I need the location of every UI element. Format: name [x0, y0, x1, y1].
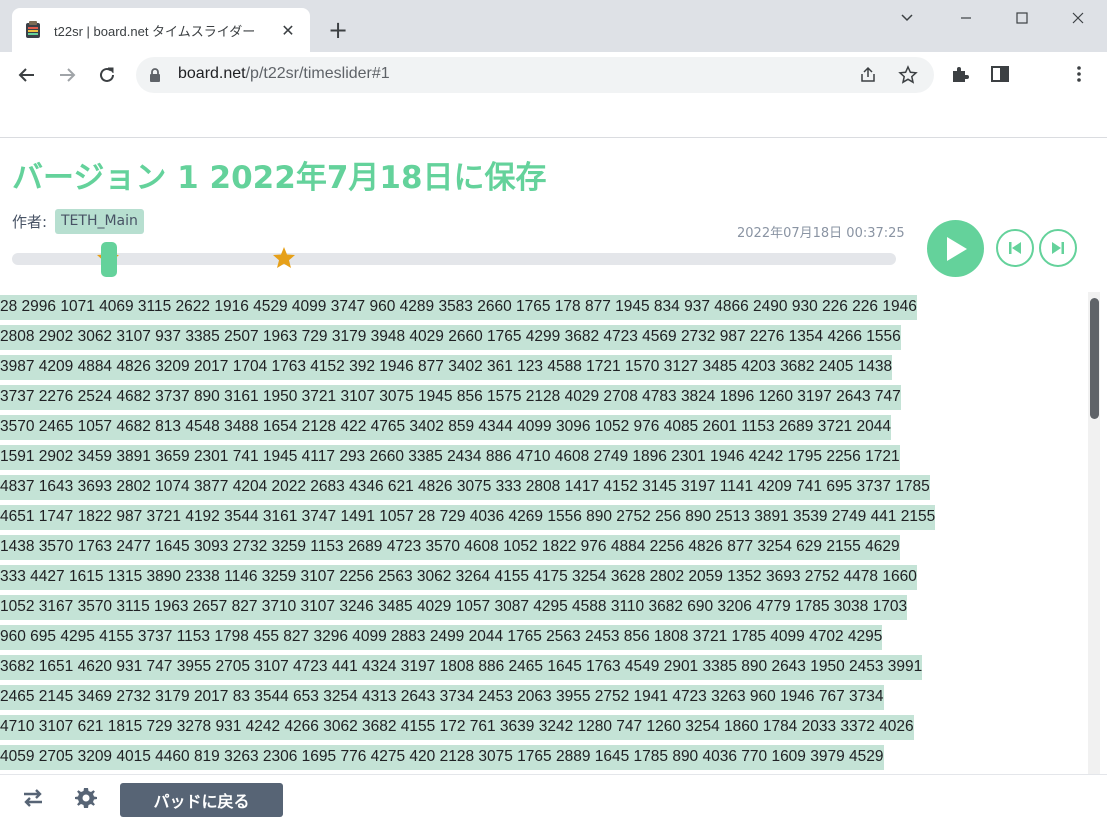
document-line: 3682 1651 4620 931 747 3955 2705 3107 47…: [0, 652, 1080, 682]
line-text: 1052 3167 3570 3115 1963 2657 827 3710 3…: [0, 595, 908, 620]
maximize-icon[interactable]: [994, 0, 1050, 36]
document-line: 2465 2145 3469 2732 3179 2017 83 3544 65…: [0, 682, 1080, 712]
url-text: board.net/p/t22sr/timeslider#1: [178, 65, 390, 83]
forward-arrow-icon[interactable]: [53, 61, 81, 89]
line-text: 2808 2902 3062 3107 937 3385 2507 1963 7…: [0, 325, 901, 350]
back-to-pad-button[interactable]: パッドに戻る: [120, 783, 283, 817]
extensions-puzzle-icon[interactable]: [949, 63, 971, 85]
side-panel-icon[interactable]: [989, 63, 1011, 85]
timeslider-handle[interactable]: [101, 242, 117, 277]
step-back-button[interactable]: [996, 229, 1034, 267]
document-line: 4710 3107 621 1815 729 3278 931 4242 426…: [0, 712, 1080, 742]
line-text: 4837 1643 3693 2802 1074 3877 4204 2022 …: [0, 475, 930, 500]
document-line: 960 695 4295 4155 3737 1153 1798 455 827…: [0, 622, 1080, 652]
browser-menu-icon[interactable]: [1068, 63, 1090, 85]
line-text: 960 695 4295 4155 3737 1153 1798 455 827…: [0, 625, 883, 650]
document-line: 4059 2705 3209 4015 4460 819 3263 2306 1…: [0, 742, 1080, 772]
saved-revision-star-icon[interactable]: [272, 246, 296, 270]
document-line: 1052 3167 3570 3115 1963 2657 827 3710 3…: [0, 592, 1080, 622]
author-chip: TETH_Main: [55, 209, 144, 234]
new-tab-icon[interactable]: +: [324, 16, 352, 44]
reload-icon[interactable]: [93, 61, 121, 89]
settings-gear-icon[interactable]: [74, 786, 98, 810]
line-text: 4651 1747 1822 987 3721 4192 3544 3161 3…: [0, 505, 936, 530]
step-forward-button[interactable]: [1039, 229, 1077, 267]
line-text: 3987 4209 4884 4826 3209 2017 1704 1763 …: [0, 355, 893, 380]
document-line: 1591 2902 3459 3891 3659 2301 741 1945 4…: [0, 442, 1080, 472]
play-button[interactable]: [927, 220, 984, 277]
line-text: 2465 2145 3469 2732 3179 2017 83 3544 65…: [0, 685, 884, 710]
scrollbar-thumb[interactable]: [1090, 298, 1099, 419]
timeslider-track[interactable]: [12, 253, 896, 265]
document-line: 4837 1643 3693 2802 1074 3877 4204 2022 …: [0, 472, 1080, 502]
document-line: 4651 1747 1822 987 3721 4192 3544 3161 3…: [0, 502, 1080, 532]
line-text: 333 4427 1615 1315 3890 2338 1146 3259 3…: [0, 565, 917, 590]
line-text: 3682 1651 4620 931 747 3955 2705 3107 47…: [0, 655, 923, 680]
tab-title: t22sr | board.net タイムスライダー: [54, 23, 256, 39]
page-top-divider: [0, 137, 1107, 138]
skip-forward-icon: [1052, 242, 1064, 254]
play-icon: [946, 236, 967, 261]
document-line: 3987 4209 4884 4826 3209 2017 1704 1763 …: [0, 352, 1080, 382]
bookmark-star-icon[interactable]: [898, 65, 918, 85]
close-window-icon[interactable]: [1050, 0, 1106, 36]
browser-tab[interactable]: t22sr | board.net タイムスライダー ✕: [12, 8, 310, 52]
line-text: 4059 2705 3209 4015 4460 819 3263 2306 1…: [0, 745, 884, 770]
address-bar[interactable]: board.net/p/t22sr/timeslider#1: [136, 57, 934, 93]
line-text: 3737 2276 2524 4682 3737 890 3161 1950 3…: [0, 385, 901, 410]
board-net-favicon-icon: [26, 21, 40, 38]
document-line: 3570 2465 1057 4682 813 4548 3488 1654 2…: [0, 412, 1080, 442]
line-text: 1591 2902 3459 3891 3659 2301 741 1945 4…: [0, 445, 900, 470]
back-arrow-icon[interactable]: [13, 61, 41, 89]
browser-tab-strip: t22sr | board.net タイムスライダー ✕ +: [0, 0, 1107, 52]
document-line: 2808 2902 3062 3107 937 3385 2507 1963 7…: [0, 322, 1080, 352]
document-content: 28 2996 1071 4069 3115 2622 1916 4529 40…: [0, 292, 1080, 774]
document-line: 3737 2276 2524 4682 3737 890 3161 1950 3…: [0, 382, 1080, 412]
revision-timestamp: 2022年07月18日 00:37:25: [737, 226, 905, 241]
document-line: 333 4427 1615 1315 3890 2338 1146 3259 3…: [0, 562, 1080, 592]
lock-icon: [150, 68, 160, 82]
line-text: 3570 2465 1057 4682 813 4548 3488 1654 2…: [0, 415, 891, 440]
line-text: 4710 3107 621 1815 729 3278 931 4242 426…: [0, 715, 914, 740]
tab-close-icon[interactable]: ✕: [278, 20, 298, 40]
share-icon[interactable]: [858, 65, 878, 85]
page-title: バージョン 1 2022年7月18日に保存: [12, 160, 547, 196]
skip-back-icon: [1009, 242, 1021, 254]
line-text: 28 2996 1071 4069 3115 2622 1916 4529 40…: [0, 295, 917, 320]
minimize-icon[interactable]: [938, 0, 994, 36]
author-label: 作者:: [12, 213, 48, 231]
swap-arrows-icon[interactable]: [21, 786, 45, 810]
tab-search-chevron-icon[interactable]: [879, 0, 935, 36]
url-host: board.net: [178, 65, 246, 82]
document-line: 28 2996 1071 4069 3115 2622 1916 4529 40…: [0, 292, 1080, 322]
document-line: 1438 3570 1763 2477 1645 3093 2732 3259 …: [0, 532, 1080, 562]
url-path: /p/t22sr/timeslider#1: [245, 65, 390, 82]
line-text: 1438 3570 1763 2477 1645 3093 2732 3259 …: [0, 535, 900, 560]
